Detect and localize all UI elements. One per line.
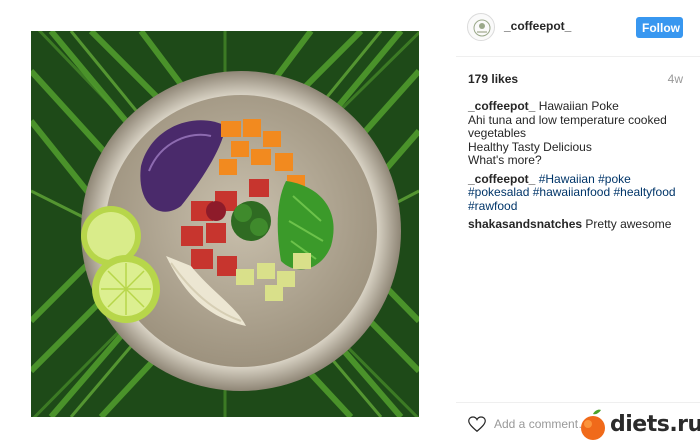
caption-comment: _coffeepot_ Hawaiian Poke Ahi tuna and l… bbox=[468, 99, 683, 168]
hashtag-link[interactable]: #Hawaiian bbox=[539, 172, 595, 186]
comments-list: _coffeepot_ Hawaiian Poke Ahi tuna and l… bbox=[468, 99, 683, 237]
avatar[interactable] bbox=[467, 13, 495, 41]
watermark-text: diets.ru bbox=[610, 412, 700, 437]
comment-author[interactable]: shakasandsnatches bbox=[468, 217, 582, 231]
hashtag-comment: _coffeepot_ #Hawaiian #poke #pokesalad #… bbox=[468, 172, 683, 214]
caption-line: Hawaiian Poke bbox=[538, 99, 619, 113]
post-details-panel: _coffeepot_ Follow 179 likes 4w _coffeep… bbox=[456, 0, 700, 447]
poke-bowl-photo bbox=[31, 31, 419, 417]
post-stats: 179 likes 4w bbox=[468, 72, 683, 88]
caption-line: Ahi tuna and low temperature cooked vege… bbox=[468, 112, 667, 140]
coffeepot-logo-icon bbox=[473, 19, 491, 37]
post-header: _coffeepot_ Follow bbox=[456, 0, 700, 57]
hashtag-link[interactable]: #hawaiianfood bbox=[533, 185, 610, 199]
reply-comment: shakasandsnatches Pretty awesome bbox=[468, 217, 683, 232]
hashtag-link[interactable]: #rawfood bbox=[468, 199, 517, 213]
watermark: diets.ru bbox=[578, 408, 700, 444]
likes-count[interactable]: 179 likes bbox=[468, 72, 518, 86]
username-link[interactable]: _coffeepot_ bbox=[504, 19, 571, 33]
hashtag-link[interactable]: #healtyfood bbox=[613, 185, 675, 199]
heart-icon[interactable] bbox=[468, 416, 486, 433]
post-image[interactable] bbox=[31, 31, 419, 417]
comment-text: Pretty awesome bbox=[585, 217, 672, 231]
add-comment-input[interactable]: Add a comment… bbox=[494, 417, 590, 431]
comment-author[interactable]: _coffeepot_ bbox=[468, 99, 535, 113]
caption-line: What's more? bbox=[468, 153, 542, 167]
post-age[interactable]: 4w bbox=[668, 72, 683, 86]
follow-button[interactable]: Follow bbox=[636, 17, 683, 38]
apple-logo-icon bbox=[581, 409, 605, 440]
caption-line: Healthy Tasty Delicious bbox=[468, 139, 592, 154]
hashtag-link[interactable]: #pokesalad bbox=[468, 185, 529, 199]
hashtag-link[interactable]: #poke bbox=[598, 172, 631, 186]
comment-author[interactable]: _coffeepot_ bbox=[468, 172, 535, 186]
